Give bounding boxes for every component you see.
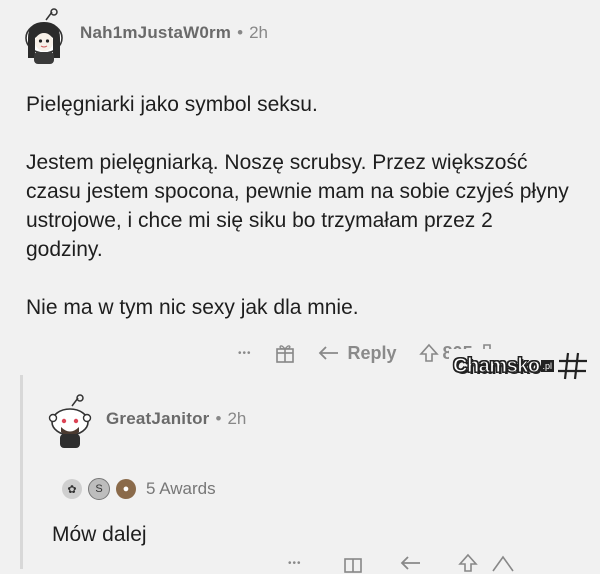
more-dots-icon[interactable]: ••• <box>288 558 302 569</box>
award-icon[interactable] <box>490 553 516 573</box>
awards-row[interactable]: ✿ S ● 5 Awards <box>62 478 216 500</box>
reply-body: Mów dalej <box>52 523 147 546</box>
award-bear-icon: ● <box>116 479 136 499</box>
meta-separator: • <box>215 409 222 428</box>
upvote-icon[interactable] <box>457 553 478 573</box>
awards-label: 5 Awards <box>146 479 216 498</box>
snoo-avatar-icon[interactable] <box>20 8 64 64</box>
site-watermark: Chamsko .pl <box>449 349 595 383</box>
post-time: 2h <box>249 23 269 42</box>
hash-logo-icon <box>558 352 588 380</box>
more-options-button[interactable]: ••• <box>238 348 252 359</box>
post-username[interactable]: Nah1mJustaW0rm <box>80 23 231 43</box>
award-silver-icon: S <box>88 478 110 500</box>
watermark-suffix: .pl <box>540 360 555 372</box>
meta-separator: • <box>237 23 244 42</box>
reply-username[interactable]: GreatJanitor <box>106 409 210 429</box>
reply-header: GreatJanitor • 2h <box>46 394 247 448</box>
upvote-icon <box>418 343 439 362</box>
post-paragraph-2: Jestem pielęgniarką. Noszę scrubsy. Prze… <box>26 151 569 261</box>
watermark-text: Chamsko <box>453 354 541 377</box>
snoo-avatar-icon[interactable] <box>46 394 92 448</box>
award-helpful-icon: ✿ <box>62 479 82 499</box>
thread-line[interactable] <box>20 375 23 569</box>
more-dots-icon: ••• <box>238 347 252 359</box>
award-icon[interactable] <box>342 552 364 574</box>
give-award-button[interactable] <box>274 342 296 364</box>
upvote-button[interactable] <box>418 343 439 363</box>
reply-actions: ••• <box>288 552 516 574</box>
reply-time: 2h <box>227 409 247 428</box>
reply-button[interactable]: Reply <box>318 343 397 364</box>
reply-arrow-icon <box>318 346 338 360</box>
post-paragraph-3: Nie ma w tym nic sexy jak dla mnie. <box>26 296 359 319</box>
reply-arrow-icon[interactable] <box>400 554 422 572</box>
post-paragraph-1: Pielęgniarki jako symbol seksu. <box>26 93 318 116</box>
post-body: Pielęgniarki jako symbol seksu. Jestem p… <box>26 90 586 322</box>
award-icon <box>275 345 294 363</box>
post-header: Nah1mJustaW0rm • 2h <box>20 8 269 64</box>
reply-label: Reply <box>347 342 397 363</box>
